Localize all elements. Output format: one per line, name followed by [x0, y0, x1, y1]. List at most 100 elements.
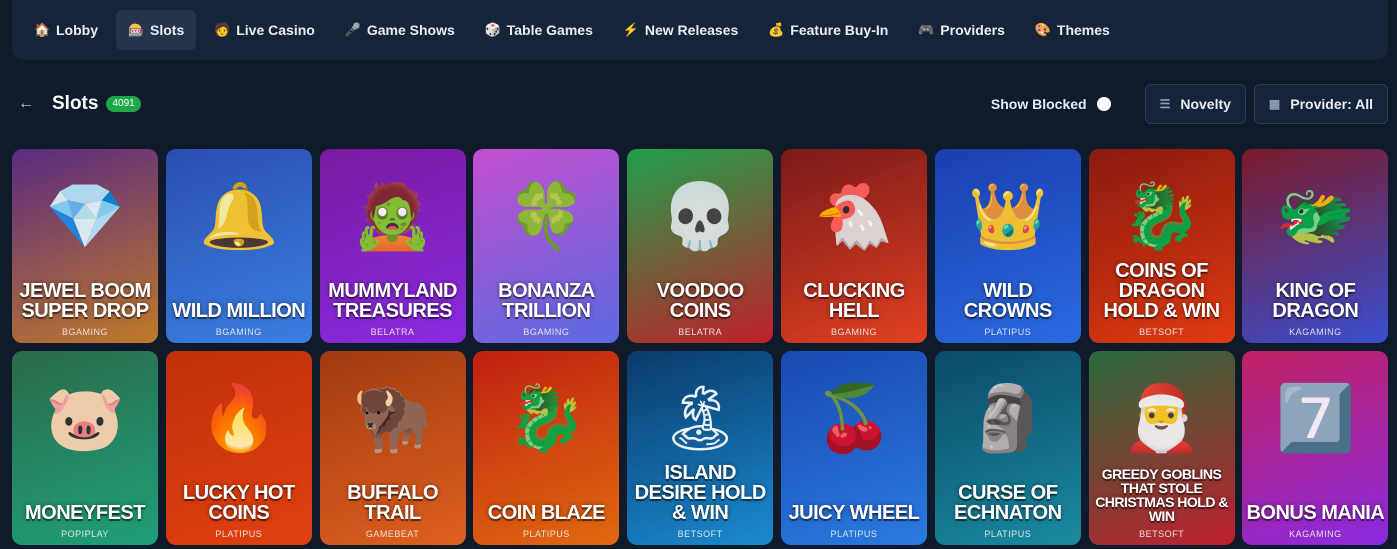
game-provider: KAGAMING [1289, 529, 1342, 539]
game-provider: BGAMING [61, 327, 108, 337]
game-art-icon: 🐷 [45, 381, 125, 454]
game-provider: BGAMING [523, 327, 570, 337]
game-art-icon: 🍒 [814, 381, 894, 454]
nav-item-game-shows[interactable]: 🎤 Game Shows [333, 10, 467, 50]
slot-machine-icon: 🎰 [128, 22, 145, 37]
game-card[interactable]: 🍒 JUICY WHEEL PLATIPUS [780, 351, 927, 545]
game-provider: BGAMING [215, 327, 262, 337]
nav-item-live-casino[interactable]: 🧑 Live Casino [202, 10, 327, 50]
game-provider: PLATIPUS [522, 529, 570, 539]
game-card[interactable]: 🎅 GREEDY GOBLINS THAT STOLE CHRISTMAS HOL… [1088, 351, 1235, 545]
game-provider: POPIPLAY [61, 529, 109, 539]
gamepad-icon: 🎮 [918, 22, 935, 37]
nav-item-feature-buy-in[interactable]: 💰 Feature Buy-In [756, 10, 900, 50]
game-art-icon: 💀 [660, 179, 741, 252]
game-provider: PLATIPUS [215, 529, 263, 539]
game-title: BONANZA TRILLION [498, 280, 595, 322]
game-provider: PLATIPUS [984, 529, 1032, 539]
game-count-badge: 4091 [106, 96, 141, 112]
game-title: JEWEL BOOM SUPER DROP [19, 280, 151, 322]
games-grid: 💎 JEWEL BOOM SUPER DROP BGAMING 🔔 WILD MILLI… [12, 149, 1389, 545]
game-art-icon: 🦬 [352, 381, 433, 454]
game-card[interactable]: 🗿 CURSE OF ECHNATON PLATIPUS [934, 351, 1081, 545]
game-art-icon: 🧟 [352, 179, 433, 252]
game-title: BUFFALO TRAIL [347, 482, 439, 524]
game-card[interactable]: 🐷 MONEYFEST POPIPLAY [12, 351, 158, 545]
game-card[interactable]: 🔥 LUCKY HOT COINS PLATIPUS [165, 351, 312, 545]
game-card[interactable]: 🔔 WILD MILLION BGAMING [165, 149, 312, 343]
nav-item-label: Game Shows [366, 22, 455, 38]
game-art-icon: 🐲 [1275, 179, 1356, 252]
game-card[interactable]: 🐔 CLUCKING HELL BGAMING [780, 149, 927, 343]
game-card[interactable]: 🦬 BUFFALO TRAIL GAMEBEAT [319, 351, 466, 545]
game-title: JUICY WHEEL [788, 502, 920, 524]
game-title: GREEDY GOBLINS THAT STOLE CHRISTMAS HOLD… [1095, 466, 1228, 524]
house-icon: 🏠 [34, 22, 51, 37]
page-header: ← Slots 4091 Show Blocked ☰ Novelty ▦ Pr… [18, 82, 1388, 126]
game-provider: PLATIPUS [830, 529, 878, 539]
nav-item-label: Slots [150, 22, 185, 38]
nav-item-label: New Releases [644, 22, 739, 38]
show-blocked-label: Show Blocked [990, 96, 1087, 112]
game-provider: BETSOFT [1139, 327, 1185, 337]
game-provider: GAMEBEAT [365, 529, 420, 539]
game-title: WILD MILLION [172, 300, 306, 322]
nav-item-label: Live Casino [236, 22, 315, 38]
game-art-icon: 🐔 [814, 179, 894, 252]
game-title: LUCKY HOT COINS [182, 482, 295, 524]
game-provider: BGAMING [830, 327, 877, 337]
show-blocked-toggle[interactable] [1096, 97, 1111, 111]
nav-item-lobby[interactable]: 🏠 Lobby [22, 10, 110, 50]
microphone-icon: 🎤 [344, 22, 362, 37]
game-provider: KAGAMING [1289, 327, 1342, 337]
game-title: KING OF DRAGON [1272, 280, 1359, 322]
nav-item-label: Lobby [56, 22, 98, 38]
game-card[interactable]: 7️⃣ BONUS MANIA KAGAMING [1242, 351, 1389, 545]
sort-label: Novelty [1180, 96, 1231, 112]
game-art-icon: 🗿 [967, 381, 1048, 454]
game-card[interactable]: 💀 VOODOO COINS BELATRA [627, 149, 774, 343]
game-art-icon: 🐉 [1121, 179, 1202, 252]
game-provider: BETSOFT [677, 529, 723, 539]
game-card[interactable]: 💎 JEWEL BOOM SUPER DROP BGAMING [12, 149, 158, 343]
game-provider: BELATRA [678, 327, 723, 337]
game-title: CURSE OF ECHNATON [954, 482, 1062, 524]
nav-item-slots[interactable]: 🎰 Slots [116, 10, 197, 50]
game-provider: BELATRA [370, 327, 415, 337]
page-title: Slots [52, 93, 99, 114]
game-art-icon: 🐉 [506, 381, 587, 454]
nav-item-providers[interactable]: 🎮 Providers [906, 10, 1017, 50]
game-card[interactable]: 🐲 KING OF DRAGON KAGAMING [1242, 149, 1389, 343]
nav-item-table-games[interactable]: 🎲 Table Games [473, 10, 605, 50]
game-art-icon: 7️⃣ [1275, 381, 1356, 454]
game-title: COIN BLAZE [487, 502, 606, 524]
nav-item-new-releases[interactable]: ⚡ New Releases [611, 10, 750, 50]
sort-icon: ☰ [1159, 97, 1171, 111]
game-art-icon: 🔔 [198, 179, 279, 252]
game-card[interactable]: 🐉 COIN BLAZE PLATIPUS [473, 351, 620, 545]
provider-filter-label: Provider: All [1290, 96, 1373, 112]
game-title: MONEYFEST [25, 502, 145, 524]
game-title: COINS OF DRAGON HOLD & WIN [1103, 260, 1221, 322]
sort-button[interactable]: ☰ Novelty [1144, 84, 1246, 124]
provider-filter-button[interactable]: ▦ Provider: All [1253, 84, 1388, 124]
nav-item-label: Table Games [506, 22, 593, 38]
back-arrow-icon[interactable]: ← [18, 95, 38, 113]
game-title: WILD CROWNS [963, 280, 1053, 322]
game-art-icon: 👑 [967, 179, 1048, 252]
game-card[interactable]: 🧟 MUMMYLAND TREASURES BELATRA [319, 149, 466, 343]
palette-icon: 🎨 [1034, 22, 1052, 37]
nav-item-label: Themes [1056, 22, 1110, 38]
nav-item-label: Feature Buy-In [790, 22, 889, 38]
nav-item-label: Providers [940, 22, 1005, 38]
game-card[interactable]: 🍀 BONANZA TRILLION BGAMING [473, 149, 620, 343]
nav-item-themes[interactable]: 🎨 Themes [1023, 10, 1122, 50]
game-provider: PLATIPUS [984, 327, 1032, 337]
grid-icon: ▦ [1268, 97, 1281, 111]
game-title: VOODOO COINS [656, 280, 745, 322]
game-card[interactable]: 👑 WILD CROWNS PLATIPUS [934, 149, 1081, 343]
game-card[interactable]: 🏝 ISLAND DESIRE HOLD & WIN BETSOFT [627, 351, 774, 545]
dealer-icon: 🧑 [214, 22, 231, 37]
game-card[interactable]: 🐉 COINS OF DRAGON HOLD & WIN BETSOFT [1088, 149, 1235, 343]
game-art-icon: 💎 [45, 179, 125, 252]
